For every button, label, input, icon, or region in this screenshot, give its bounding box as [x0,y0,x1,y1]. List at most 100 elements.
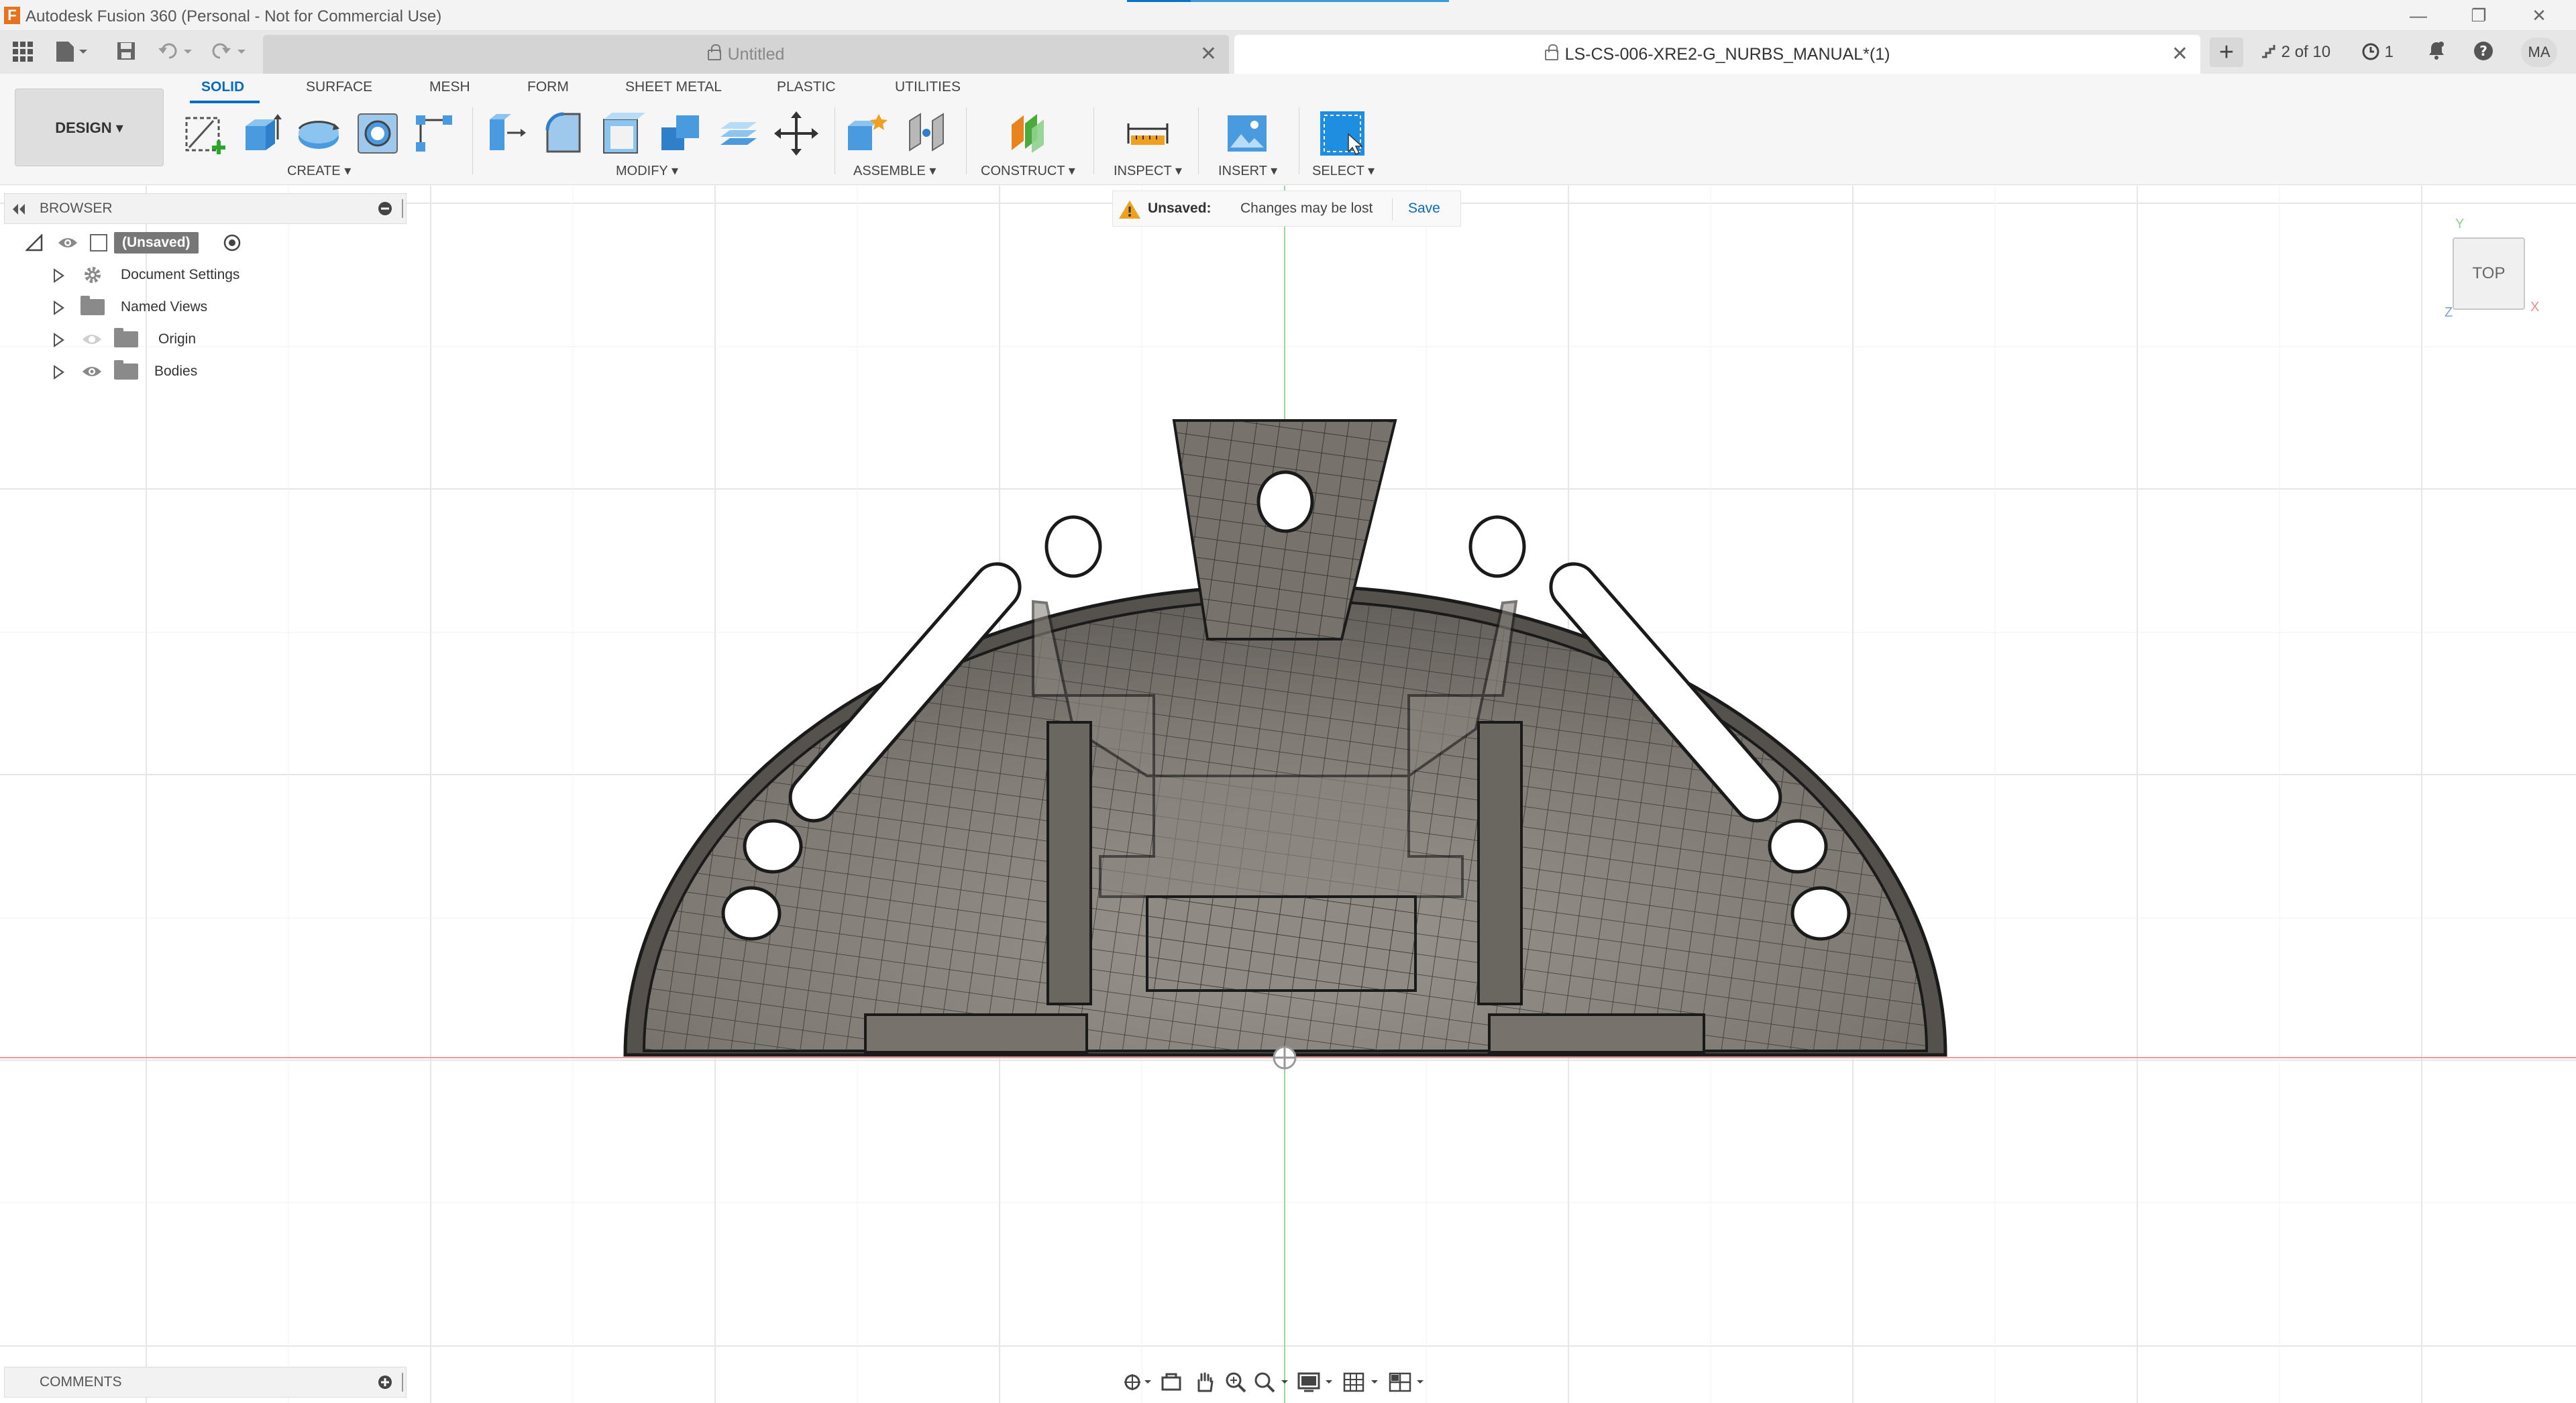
visibility-eye-icon[interactable] [82,365,102,378]
select-icon[interactable] [1319,110,1366,157]
save-icon[interactable] [113,40,140,64]
workspace-switcher-button[interactable]: DESIGN ▾ [15,89,164,166]
zoom-icon[interactable] [1220,1371,1252,1396]
tab-untitled[interactable]: Untitled ✕ [263,35,1229,74]
browser-item-label: Origin [158,331,197,347]
expand-arrow-icon[interactable] [54,300,64,315]
origin-point-marker [1273,1046,1297,1070]
expand-arrow-icon[interactable] [54,268,64,283]
close-tab-icon[interactable]: ✕ [1200,35,1217,74]
group-divider [966,107,967,174]
new-component-icon[interactable] [844,110,891,157]
create-group-label[interactable]: CREATE ▾ [287,162,351,179]
new-tab-button[interactable]: + [2210,38,2243,67]
joint-icon[interactable] [903,110,950,157]
browser-options-icon[interactable] [378,201,392,216]
file-menu-icon[interactable] [52,40,93,64]
unsaved-label: Unsaved: [1148,201,1212,216]
tab-form[interactable]: FORM [527,79,569,95]
undo-icon[interactable] [156,40,196,64]
job-counter[interactable]: 2 of 10 [2261,40,2330,64]
tab-utilities[interactable]: UTILITIES [895,79,961,95]
close-window-button[interactable]: ✕ [2516,3,2563,28]
load-progress-fill [1127,0,1191,2]
folder-icon [80,296,105,315]
jobs-status[interactable]: 1 [2361,40,2394,64]
ribbon-toolbar: DESIGN ▾ SOLID SURFACE MESH FORM SHEET M… [0,74,2576,185]
view-cube-x-axis: X [2530,300,2540,315]
lock-icon [707,44,721,60]
viewports-icon[interactable] [1387,1371,1428,1396]
banner-divider [1392,198,1393,221]
modify-group-label[interactable]: MODIFY ▾ [616,162,678,179]
insert-group-label[interactable]: INSERT ▾ [1218,162,1277,179]
orbit-icon[interactable] [1120,1371,1152,1396]
combine-icon[interactable] [657,110,704,157]
assemble-group-label[interactable]: ASSEMBLE ▾ [853,162,936,179]
inspect-group-label[interactable]: INSPECT ▾ [1114,162,1182,179]
document-icon [90,234,107,251]
activate-radio-icon[interactable] [223,233,241,252]
data-panel-grid-icon[interactable] [9,40,36,64]
minimize-button[interactable]: — [2395,3,2442,28]
pan-hand-icon[interactable] [1187,1371,1220,1396]
comments-panel[interactable]: COMMENTS [4,1367,407,1398]
hidden-eye-icon[interactable] [82,333,102,346]
restore-button[interactable]: ❐ [2455,3,2502,28]
browser-header[interactable]: BROWSER [4,193,407,224]
tab-untitled-label: Untitled [727,45,785,64]
expand-arrow-icon[interactable] [54,365,64,380]
insert-image-icon[interactable] [1224,110,1271,157]
help-icon[interactable]: ? [2473,40,2494,64]
extrude-icon[interactable] [239,110,286,157]
move-copy-icon[interactable] [773,110,820,157]
collapse-panel-icon[interactable] [11,204,28,215]
unsaved-banner: Unsaved: Changes may be lost Save [1112,190,1461,227]
panel-resize-handle[interactable] [402,199,403,218]
view-cube[interactable]: TOP [2453,237,2525,310]
fillet-icon[interactable] [542,110,589,157]
browser-item-origin[interactable]: Origin [0,326,282,353]
panel-resize-handle[interactable] [402,1373,403,1392]
visibility-eye-icon[interactable] [58,236,78,249]
browser-root-node[interactable]: (Unsaved) [0,229,282,256]
browser-title: BROWSER [40,201,113,216]
tab-sheet-metal[interactable]: SHEET METAL [625,79,722,95]
look-at-icon[interactable] [1155,1371,1187,1396]
fit-zoom-icon[interactable] [1252,1371,1292,1396]
user-avatar[interactable]: MA [2521,38,2557,67]
group-divider [1198,107,1199,174]
pattern-icon[interactable] [411,110,458,157]
select-group-label[interactable]: SELECT ▾ [1312,162,1375,179]
tab-solid[interactable]: SOLID [201,79,244,95]
browser-item-bodies[interactable]: Bodies [0,358,282,385]
hole-icon[interactable] [354,110,401,157]
grid-settings-icon[interactable] [1342,1371,1382,1396]
window-title: Autodesk Fusion 360 (Personal - Not for … [25,7,442,25]
measure-icon[interactable] [1124,110,1171,157]
press-pull-icon[interactable] [483,110,530,157]
tab-surface[interactable]: SURFACE [306,79,372,95]
browser-item-named-views[interactable]: Named Views [0,294,282,321]
title-bar: F Autodesk Fusion 360 (Personal - Not fo… [0,0,2576,31]
display-settings-icon[interactable] [1296,1371,1336,1396]
offset-face-icon[interactable] [715,110,762,157]
group-divider [472,107,473,174]
notifications-bell-icon[interactable] [2427,40,2446,64]
shell-icon[interactable] [600,110,647,157]
create-sketch-icon[interactable] [181,110,228,157]
construct-group-label[interactable]: CONSTRUCT ▾ [981,162,1075,179]
view-cube-y-axis: Y [2455,217,2465,231]
redo-icon[interactable] [209,40,250,64]
add-comment-icon[interactable] [378,1375,392,1390]
revolve-icon[interactable] [295,110,342,157]
save-link[interactable]: Save [1408,191,1440,226]
expanded-triangle-icon[interactable] [25,234,43,251]
expand-arrow-icon[interactable] [54,333,64,347]
close-tab-icon[interactable]: ✕ [2171,35,2188,74]
offset-plane-icon[interactable] [1005,110,1052,157]
tab-plastic[interactable]: PLASTIC [777,79,836,95]
tab-active-document[interactable]: LS-CS-006-XRE2-G_NURBS_MANUAL*(1) ✕ [1234,35,2200,74]
tab-mesh[interactable]: MESH [429,79,470,95]
browser-item-document-settings[interactable]: Document Settings [0,262,282,288]
